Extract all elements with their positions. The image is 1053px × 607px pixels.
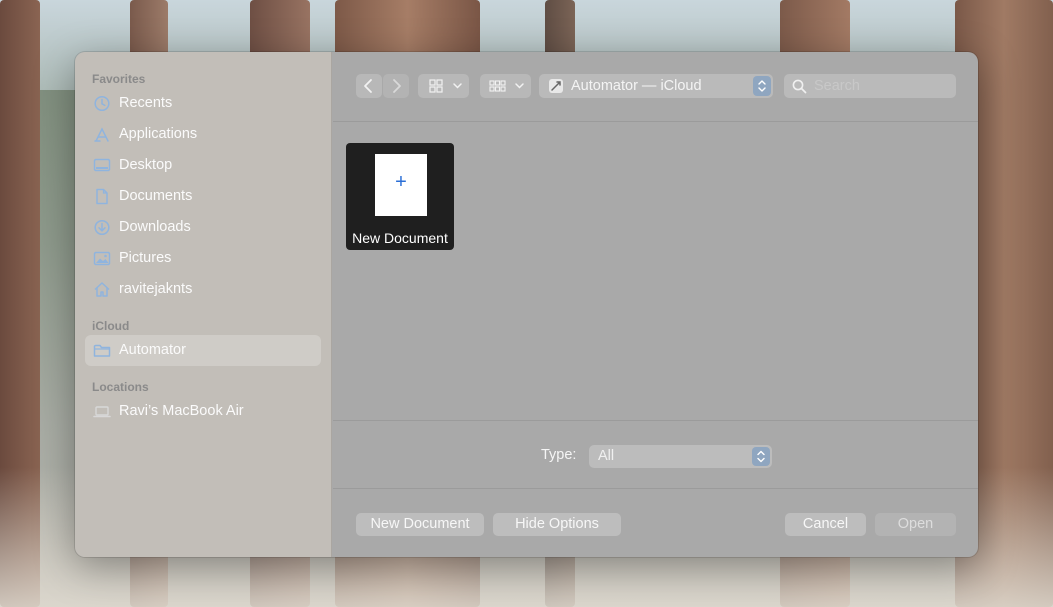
sidebar-item-pictures[interactable]: Pictures <box>85 243 321 274</box>
sidebar-item-label: Desktop <box>119 157 173 173</box>
search-field[interactable] <box>784 74 956 98</box>
forward-button[interactable] <box>383 74 409 98</box>
sidebar-item-label: Pictures <box>119 250 172 266</box>
up-down-chevron-icon <box>757 450 765 463</box>
sidebar-item-label: Applications <box>119 126 198 142</box>
view-mode-button[interactable] <box>418 74 469 98</box>
group-by-button[interactable] <box>480 74 531 98</box>
sidebar-item-desktop[interactable]: Desktop <box>85 150 321 181</box>
plus-icon: + <box>395 171 407 193</box>
sidebar-section-favorites: Favorites <box>92 72 146 86</box>
sidebar-item-label: Recents <box>119 95 173 111</box>
options-panel: Type: All <box>333 420 978 489</box>
new-document-item[interactable]: + New Document <box>346 143 454 250</box>
applications-icon <box>93 126 111 143</box>
automator-app-icon <box>549 79 563 93</box>
document-thumbnail: + <box>375 154 427 216</box>
back-button[interactable] <box>356 74 382 98</box>
document-icon <box>93 188 111 205</box>
sidebar-item-applications[interactable]: Applications <box>85 119 321 150</box>
new-document-item-label: New Document <box>352 230 448 246</box>
location-stepper[interactable] <box>753 76 771 96</box>
type-select-value: All <box>598 448 615 464</box>
sidebar-item-label: Documents <box>119 188 193 204</box>
open-file-dialog: Favorites Recents Applications Desktop D… <box>75 52 978 557</box>
sidebar-item-label: Downloads <box>119 219 191 235</box>
group-grid-icon <box>489 80 524 92</box>
sidebar-item-label: Automator <box>119 342 186 358</box>
sidebar-item-label: Ravi’s MacBook Air <box>119 403 244 419</box>
sidebar-item-automator[interactable]: Automator <box>85 335 321 366</box>
desktop-icon <box>93 157 111 174</box>
download-icon <box>93 219 111 236</box>
location-label: Automator — iCloud <box>571 78 702 94</box>
open-button[interactable]: Open <box>875 513 956 536</box>
sidebar-item-label: ravitejaknts <box>119 281 193 297</box>
folder-icon <box>93 342 111 359</box>
main-panel: Automator — iCloud + New Document Type: <box>333 52 978 557</box>
search-icon <box>792 79 807 94</box>
clock-icon <box>93 95 111 112</box>
cancel-button[interactable]: Cancel <box>785 513 866 536</box>
hide-options-button[interactable]: Hide Options <box>493 513 621 536</box>
sidebar-section-locations: Locations <box>92 380 149 394</box>
toolbar: Automator — iCloud <box>333 52 978 122</box>
file-browser: + New Document <box>333 123 978 420</box>
sidebar-item-recents[interactable]: Recents <box>85 88 321 119</box>
type-label: Type: <box>541 447 577 463</box>
type-select[interactable]: All <box>589 445 772 468</box>
sidebar-item-macbook[interactable]: Ravi’s MacBook Air <box>85 396 321 427</box>
home-icon <box>93 281 111 298</box>
laptop-icon <box>93 403 111 420</box>
up-down-chevron-icon <box>758 80 766 92</box>
photo-icon <box>93 250 111 267</box>
icon-grid-view-icon <box>429 79 462 93</box>
sidebar-item-home[interactable]: ravitejaknts <box>85 274 321 305</box>
chevron-left-icon <box>364 79 372 93</box>
location-popup[interactable]: Automator — iCloud <box>539 74 773 98</box>
sidebar-section-icloud: iCloud <box>92 319 130 333</box>
dialog-footer: New Document Hide Options Cancel Open <box>333 490 978 557</box>
sidebar-item-documents[interactable]: Documents <box>85 181 321 212</box>
new-document-button[interactable]: New Document <box>356 513 484 536</box>
chevron-right-icon <box>393 79 401 93</box>
sidebar-item-downloads[interactable]: Downloads <box>85 212 321 243</box>
search-input[interactable] <box>814 76 950 96</box>
type-stepper[interactable] <box>752 447 770 466</box>
sidebar: Favorites Recents Applications Desktop D… <box>75 52 332 557</box>
